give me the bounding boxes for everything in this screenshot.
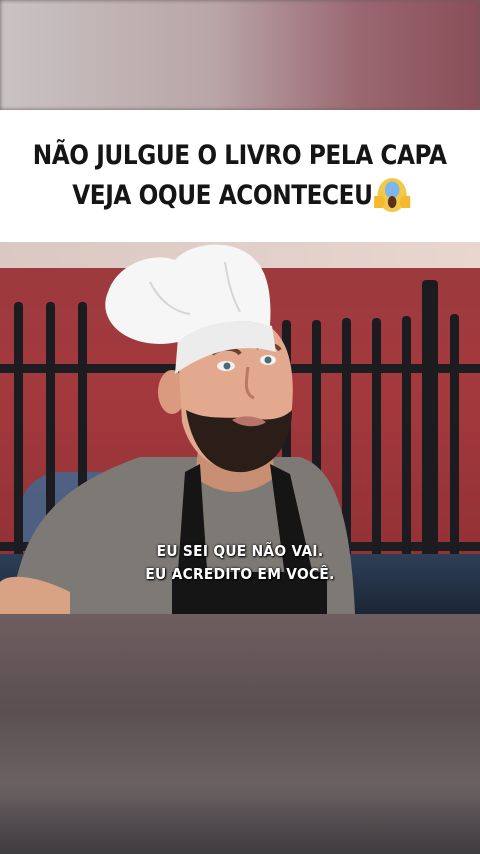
video-frame[interactable]: EU SEI QUE NÃO VAI. EU ACREDITO EM VOCÊ. [0, 242, 480, 614]
title-line-2: VEJA OQUE ACONTECEU [72, 176, 411, 216]
subtitle-line-2: EU ACREDITO EM VOCÊ. [145, 565, 335, 583]
title-line-2-text: VEJA OQUE ACONTECEU [72, 180, 374, 211]
blurred-background-top [0, 0, 480, 110]
title-line-1: NÃO JULGUE O LIVRO PELA CAPA [33, 140, 447, 171]
blurred-background-bottom [0, 614, 480, 854]
subtitle-line-1: EU SEI QUE NÃO VAI. [156, 542, 324, 560]
title-banner: NÃO JULGUE O LIVRO PELA CAPA VEJA OQUE A… [0, 110, 480, 242]
face-screaming-in-fear-icon [374, 177, 411, 212]
